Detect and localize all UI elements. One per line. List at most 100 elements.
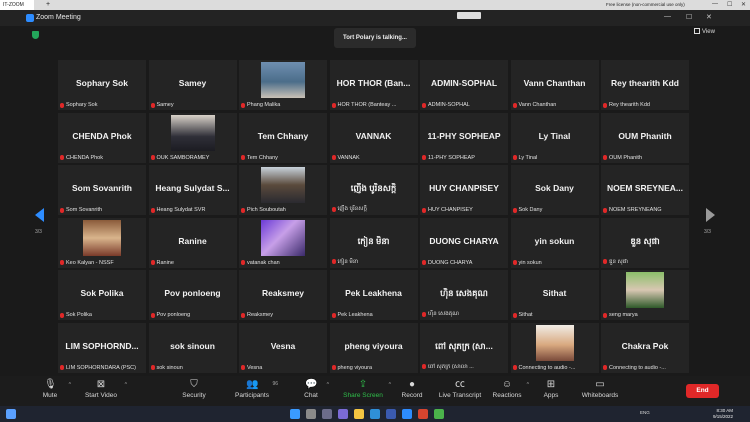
whiteboards-button[interactable]: ▭ Whiteboards (580, 379, 620, 405)
participant-tile[interactable]: 11-PHY SOPHEAP 11-PHY SOPHEAP (420, 112, 508, 163)
participant-tile[interactable]: HUY CHANPISEY HUY CHANPISEY (420, 165, 508, 215)
participant-label-text: Vesna (247, 364, 263, 371)
teams-icon[interactable] (338, 409, 348, 419)
participant-tile[interactable]: vatanak chan (239, 217, 327, 268)
participant-tile[interactable]: pheng viyoura pheng viyoura (329, 322, 418, 373)
new-tab-button[interactable]: + (46, 1, 50, 8)
participant-tile[interactable]: Samey Samey (148, 60, 237, 110)
participant-tile[interactable]: Ranine Ranine (148, 217, 237, 268)
apps-button[interactable]: ⊞ Apps (541, 379, 561, 405)
chat-options-chevron-icon[interactable]: ^ (327, 382, 329, 388)
participant-tile[interactable]: Phang Malika (239, 60, 327, 110)
window-close-button[interactable]: ✕ (706, 13, 712, 21)
participant-tile[interactable]: NOEM SREYNEA... NOEM SREYNEANG (601, 165, 689, 215)
window-maximize-button[interactable]: ☐ (686, 13, 692, 21)
reactions-button[interactable]: ☺ Reactions ^ (492, 379, 529, 405)
participant-tile[interactable]: Som Sovanrith Som Sovanrith (58, 165, 146, 215)
live-transcript-button[interactable]: ㏄ Live Transcript (438, 379, 482, 405)
browser-close-button[interactable]: ✕ (741, 1, 746, 8)
widgets-icon[interactable] (6, 409, 16, 419)
participant-tile[interactable]: sok sinoun sok sinoun (148, 322, 237, 373)
participant-tile[interactable]: Chakra Pok Connecting to audio -... (601, 322, 689, 373)
participant-tile[interactable]: Heang Sulydat S... Heang Sulydat SVR (148, 165, 237, 215)
window-minimize-button[interactable]: — (664, 13, 671, 20)
view-button[interactable]: View (694, 28, 715, 35)
record-button[interactable]: ● Record (400, 379, 424, 405)
edge-icon[interactable] (370, 409, 380, 419)
participant-tile[interactable]: Vann Chanthan Vann Chanthan (510, 60, 599, 110)
chat-button[interactable]: 💬 Chat ^ (300, 379, 329, 405)
next-page-arrow-icon[interactable] (706, 208, 715, 222)
participant-tile[interactable]: ពៅ សុភក្រ (សា... ពៅ សុភក្រ (សាលា ... (420, 322, 508, 373)
mute-button[interactable]: 🎙 Mute ^ (36, 379, 71, 405)
task-view-icon[interactable] (322, 409, 332, 419)
participant-tile[interactable]: LIM SOPHORND... LIM SOPHORNDARA (PSC) (58, 322, 146, 373)
muted-microphone-icon (331, 206, 336, 212)
participant-name-label: Sithat (512, 312, 597, 318)
participant-label-text: Pich Souboutah (247, 207, 286, 213)
participant-tile[interactable]: Vesna Vesna (239, 322, 327, 373)
participant-tile[interactable]: Rey thearith Kdd Rey thearith Kdd (601, 60, 689, 110)
search-icon[interactable] (306, 409, 316, 419)
previous-page-arrow-icon[interactable] (35, 208, 44, 222)
drag-handle[interactable] (457, 12, 481, 19)
participant-name-label: HOR THOR (Banteay ... (331, 102, 416, 108)
app2-icon[interactable] (434, 409, 444, 419)
page-indicator-left: 3/3 (35, 229, 42, 235)
participants-label: Participants (235, 392, 269, 399)
participants-button[interactable]: 👥 Participants 96 (232, 379, 278, 405)
language-indicator[interactable]: ENG (640, 410, 650, 415)
app-icon[interactable] (418, 409, 428, 419)
participant-tile[interactable]: Sophary Sok Sophary Sok (58, 60, 146, 110)
participant-tile[interactable]: Connecting to audio -... (510, 322, 599, 373)
participant-tile[interactable]: Pek Leakhena Pek Leakhena (329, 270, 418, 320)
participant-tile[interactable]: yin sokun yin sokun (510, 217, 599, 268)
participant-display-name: Tem Chhany (257, 130, 309, 141)
participant-tile[interactable]: DUONG CHARYA DUONG CHARYA (420, 217, 508, 268)
share-screen-button[interactable]: ⇪ Share Screen ^ (342, 379, 391, 405)
zoom-taskbar-icon[interactable] (402, 409, 412, 419)
file-explorer-icon[interactable] (354, 409, 364, 419)
participant-tile[interactable]: Pov ponloeng Pov ponloeng (148, 270, 237, 320)
muted-microphone-icon (422, 207, 426, 213)
muted-microphone-icon (512, 312, 517, 318)
security-button[interactable]: ⛉ Security (180, 379, 208, 405)
muted-microphone-icon (512, 365, 517, 370)
share-options-chevron-icon[interactable]: ^ (389, 382, 391, 388)
participant-tile[interactable]: Ly Tinal Ly Tinal (510, 112, 599, 163)
participant-tile[interactable]: Sithat Sithat (510, 270, 599, 320)
mute-options-chevron-icon[interactable]: ^ (69, 382, 71, 388)
participant-tile[interactable]: seng marya (601, 270, 689, 320)
participant-tile[interactable]: ញើង បូរិនសក្តិ ញើង បូរិនសក្តិ (329, 165, 418, 215)
participant-tile[interactable]: Sok Dany Sok Dany (510, 165, 599, 215)
video-options-chevron-icon[interactable]: ^ (125, 382, 127, 388)
participant-tile[interactable]: OUK SAMBORAMEY (148, 112, 237, 163)
participant-tile[interactable]: ហ៊ិន សេងគុណ ហ៊ិន សេងគុណ (420, 270, 508, 320)
participant-tile[interactable]: Keo Kalyan - NSSF (58, 217, 146, 268)
store-icon[interactable] (386, 409, 396, 419)
participant-tile[interactable]: កៀន មិនា កៀន មិនា (329, 217, 418, 268)
muted-microphone-icon (60, 312, 64, 318)
browser-minimize-button[interactable]: — (712, 1, 718, 7)
end-meeting-button[interactable]: End (686, 384, 719, 398)
participant-tile[interactable]: Sok Polika Sok Polika (58, 270, 146, 320)
start-video-button[interactable]: ⊠ Start Video ^ (82, 379, 127, 405)
reactions-options-chevron-icon[interactable]: ^ (527, 382, 529, 388)
participant-tile[interactable]: Tem Chhany Tem Chhany (239, 112, 327, 163)
browser-tab[interactable]: IT-ZOOM (0, 0, 34, 10)
start-menu-icon[interactable] (290, 409, 300, 419)
muted-microphone-icon (150, 365, 155, 370)
participant-tile[interactable]: Pich Souboutah (239, 165, 327, 215)
participant-label-text: Sok Polika (66, 312, 92, 318)
participant-tile[interactable]: HOR THOR (Ban... HOR THOR (Banteay ... (329, 60, 418, 110)
taskbar-clock[interactable]: 8:30 AM 9/15/2022 (713, 408, 733, 420)
participant-tile[interactable]: ADMIN-SOPHAL ADMIN-SOPHAL (420, 60, 508, 110)
participant-video (170, 114, 215, 151)
participant-tile[interactable]: CHENDA Phok CHENDA Phok (58, 112, 146, 163)
participant-tile[interactable]: VANNAK VANNAK (329, 112, 418, 163)
participant-tile[interactable]: OUM Phanith OUM Phanith (601, 112, 689, 163)
participant-tile[interactable]: Reaksmey Reaksmey (239, 270, 327, 320)
participant-tile[interactable]: ឌួន សុផា ឌួន សុផា (601, 217, 689, 268)
security-shield-icon[interactable] (32, 31, 39, 39)
browser-maximize-button[interactable]: ☐ (727, 1, 732, 8)
